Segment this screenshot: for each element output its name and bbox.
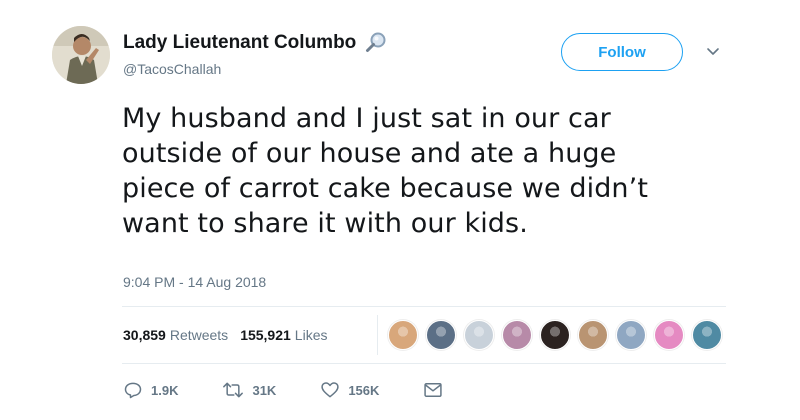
likes-label[interactable]: Likes — [295, 327, 328, 343]
liker-avatar[interactable] — [540, 320, 570, 350]
liker-avatar[interactable] — [578, 320, 608, 350]
magnifying-glass-icon — [366, 32, 386, 52]
liker-avatar[interactable] — [464, 320, 494, 350]
tweet-line: outside of our house and ate a huge — [122, 138, 617, 169]
reply-count: 1.9K — [151, 382, 179, 398]
display-name-text: Lady Lieutenant Columbo — [123, 32, 357, 53]
follow-button[interactable]: Follow — [561, 33, 683, 71]
liker-avatar[interactable] — [426, 320, 456, 350]
tweet-line: piece of carrot cake because we didn’t — [122, 173, 649, 204]
tweet-timestamp[interactable]: 9:04 PM - 14 Aug 2018 — [123, 274, 266, 290]
reply-action[interactable]: 1.9K — [123, 380, 178, 400]
message-action[interactable] — [423, 381, 451, 399]
tweet-actions: 1.9K 31K 156K — [123, 380, 495, 400]
divider-bottom — [122, 363, 726, 364]
tweet-stats: 30,859 Retweets 155,921 Likes — [123, 327, 327, 343]
like-action[interactable]: 156K — [320, 380, 379, 400]
retweets-count[interactable]: 30,859 — [123, 327, 166, 343]
author-avatar[interactable] — [52, 26, 110, 84]
retweets-label[interactable]: Retweets — [170, 327, 228, 343]
liker-avatar[interactable] — [654, 320, 684, 350]
heart-icon — [321, 382, 339, 398]
liker-avatar[interactable] — [616, 320, 646, 350]
liker-avatar[interactable] — [502, 320, 532, 350]
retweet-action[interactable]: 31K — [222, 380, 276, 400]
liker-avatars — [388, 320, 730, 350]
reply-icon — [124, 382, 142, 399]
author-display-name[interactable]: Lady Lieutenant Columbo — [123, 31, 388, 55]
retweet-icon — [223, 382, 244, 398]
stats-separator — [377, 315, 378, 355]
likes-count[interactable]: 155,921 — [240, 327, 291, 343]
like-count: 156K — [348, 382, 380, 398]
tweet-text: My husband and I just sat in our car out… — [122, 101, 682, 241]
liker-avatar[interactable] — [692, 320, 722, 350]
author-handle[interactable]: @TacosChallah — [123, 61, 221, 77]
envelope-icon — [424, 383, 443, 397]
retweet-count: 31K — [252, 382, 277, 398]
tweet-line: want to share it with our kids. — [122, 208, 528, 239]
tweet-line: My husband and I just sat in our car — [122, 103, 611, 134]
liker-avatar[interactable] — [388, 320, 418, 350]
avatar-photo — [52, 26, 110, 84]
chevron-down-icon[interactable] — [705, 43, 721, 59]
divider-top — [122, 306, 726, 307]
